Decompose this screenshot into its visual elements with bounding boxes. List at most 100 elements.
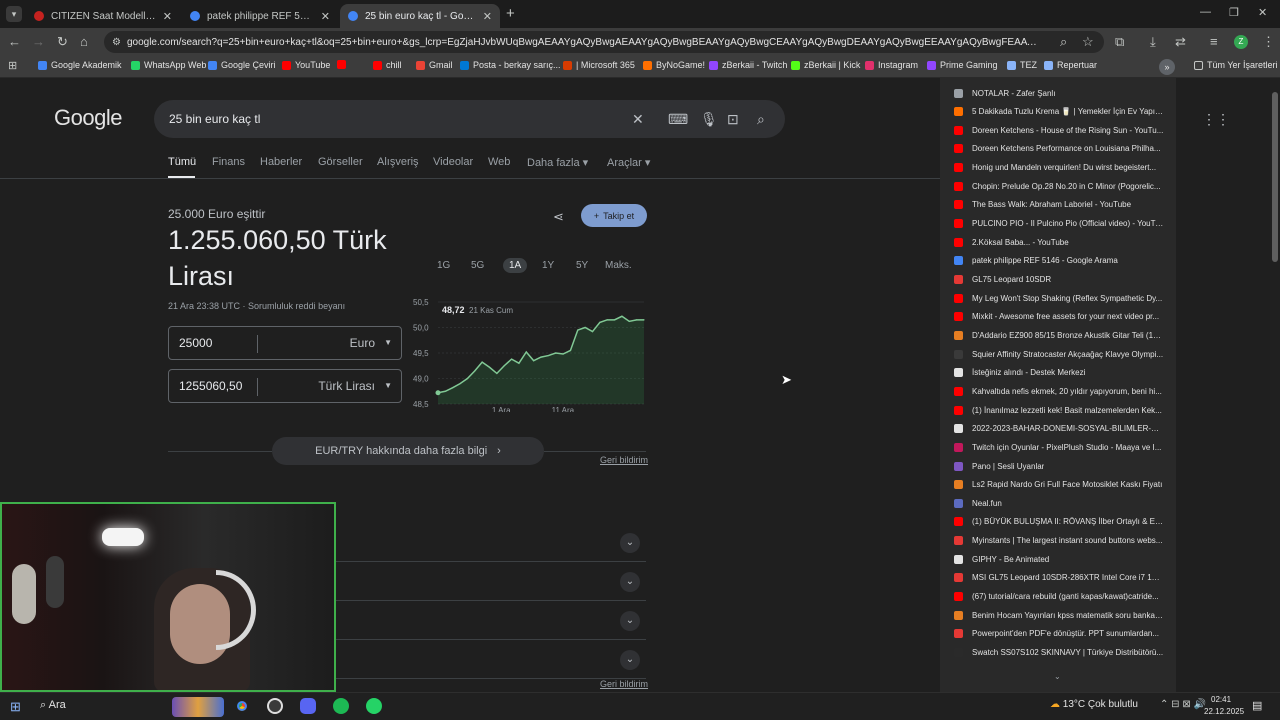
range-tab[interactable]: 5Y [576,260,588,271]
clock-time[interactable]: 02:41 [1211,695,1231,704]
to-currency-select[interactable]: Türk Lirası [318,379,375,393]
more-info-button[interactable]: EUR/TRY hakkında daha fazla bilgi › [272,437,544,465]
bookmark-menu-item[interactable]: Benim Hocam Yayınları kpss matematik sor… [954,606,1164,624]
home-icon[interactable]: ⌂ [80,34,88,50]
close-icon[interactable]: ✕ [483,10,492,23]
apps-icon[interactable]: ⊞ [8,59,17,72]
search-tab[interactable]: Videolar [433,156,473,168]
clock-date[interactable]: 22.12.2025 [1204,707,1244,716]
apps-grid-icon[interactable]: ⋮⋮ [1202,111,1230,128]
to-amount-input[interactable]: 1255060,50 [179,379,242,393]
bookmark-menu-item[interactable]: 2022-2023-BAHAR-DONEMI-SOSYAL-BILIMLER-E… [954,420,1164,438]
bookmark-menu-item[interactable]: Honig und Mandeln verquirlen! Du wirst b… [954,159,1164,177]
bookmark-menu-item[interactable]: Ls2 Rapid Nardo Gri Full Face Motosiklet… [954,476,1164,494]
bookmark-item[interactable]: chill [373,60,402,70]
bookmark-item[interactable]: Gmail [416,60,453,70]
bookmark-menu-item[interactable]: Powerpoint'den PDF'e dönüştür. PPT sunum… [954,625,1164,643]
bookmark-item[interactable]: | Microsoft 365 [563,60,635,70]
close-icon[interactable]: ✕ [321,10,330,23]
feedback-link[interactable]: Geri bildirim [600,679,648,689]
more-bookmarks-icon[interactable]: » [1159,59,1175,75]
range-tab[interactable]: 1Y [542,260,554,271]
search-tab[interactable]: Finans [212,156,245,168]
bookmark-item[interactable]: ByNoGame! [643,60,705,70]
back-icon[interactable]: ← [8,34,21,50]
clear-icon[interactable]: ✕ [632,111,644,128]
close-icon[interactable]: ✕ [163,10,172,23]
browser-tab[interactable]: CITIZEN Saat Modelleri ve Fiyatları ✕ [26,4,180,28]
follow-button[interactable]: + Takip et [581,204,647,227]
all-bookmarks-link[interactable]: Tüm Yer İşaretleri [1194,60,1278,70]
from-amount-input[interactable]: 25000 [179,336,212,350]
tray-icons[interactable]: ⌃ ⊟ ⊠ 🔊 [1160,699,1206,710]
taskbar-search[interactable]: ⌕ Ara [40,699,66,712]
google-logo[interactable]: Google [54,105,122,131]
bookmark-item[interactable]: TEZ [1007,60,1037,70]
related-question[interactable]: ⌄ [336,563,646,601]
weather-widget[interactable]: ☁ 13°C Çok bulutlu [1050,699,1138,710]
search-tab[interactable]: Alışveriş [377,156,419,168]
bookmark-item[interactable]: zBerkaii | Kick [791,60,860,70]
bookmark-menu-item[interactable]: İsteğiniz alındı - Destek Merkezi [954,364,1164,382]
search-query[interactable]: 25 bin euro kaç tl [169,112,260,126]
tab-search-button[interactable]: ▾ [6,6,22,22]
related-question[interactable]: ⌄ [336,524,646,562]
translate-icon[interactable]: ⇄ [1175,34,1186,50]
bookmark-menu-item[interactable]: (1) BÜYÜK BULUŞMA II: RÖVANŞ İlber Ortay… [954,513,1164,531]
bookmark-item[interactable]: WhatsApp Web [131,60,206,70]
bookmark-menu-item[interactable]: The Bass Walk: Abraham Laboriel - YouTub… [954,196,1164,214]
browser-tab-active[interactable]: 25 bin euro kaç tl - Google'da Ara ✕ [340,4,500,28]
bookmark-menu-item[interactable]: Neal.fun [954,494,1164,512]
spotify-icon[interactable] [333,698,349,714]
search-box[interactable]: 25 bin euro kaç tl ✕ ⌨ 🎙 ⊡ ⌕ [154,100,785,138]
bookmark-menu-item[interactable]: Myinstants | The largest instant sound b… [954,532,1164,550]
share-icon[interactable]: ⋖ [553,209,564,225]
bookmark-item[interactable]: YouTube [282,60,330,70]
bookmark-menu-item[interactable]: Pano | Sesli Uyanlar [954,457,1164,475]
reload-icon[interactable]: ↻ [57,34,68,50]
exchange-rate-chart[interactable]: 50,5 50,0 49,5 49,0 48,5 1 Ara 11 Ara 48,72 21 K… [412,290,650,412]
bookmark-menu-item[interactable]: Squier Affinity Stratocaster Akçaağaç Kl… [954,345,1164,363]
bookmark-menu-item[interactable]: (1) İnanılmaz lezzetli kek! Basit malzem… [954,401,1164,419]
search-tab[interactable]: Görseller [318,156,363,168]
download-icon[interactable]: ⤓ [1150,34,1156,50]
whatsapp-icon[interactable] [366,698,382,714]
bookmark-menu-item[interactable]: Chopin: Prelude Op.28 No.20 in C Minor (… [954,177,1164,195]
range-tab[interactable]: 1G [437,260,450,271]
tab-menu-icon[interactable]: ≡ [1210,34,1218,50]
range-tab[interactable]: 5G [471,260,484,271]
bookmark-menu-item[interactable]: GL75 Leopard 10SDR [954,271,1164,289]
taskbar-widget-image[interactable] [172,697,224,717]
bookmark-menu-item[interactable]: 2.Köksal Baba... - YouTube [954,233,1164,251]
bookmark-menu-item[interactable]: Doreen Ketchens - House of the Rising Su… [954,121,1164,139]
feedback-link[interactable]: Geri bildirim [600,455,648,465]
notification-icon[interactable]: ▤ [1252,699,1262,712]
close-window-icon[interactable]: ✕ [1258,6,1267,19]
scrollbar[interactable] [1270,78,1280,692]
discord-icon[interactable] [300,698,316,714]
bookmark-menu-item[interactable]: My Leg Won't Stop Shaking (Reflex Sympat… [954,289,1164,307]
minimize-icon[interactable]: — [1200,6,1211,18]
microphone-icon[interactable]: 🎙 [700,111,718,128]
address-bar[interactable]: ⚙ google.com/search?q=25+bin+euro+kaç+tl… [104,31,1104,53]
search-tab[interactable]: Web [488,156,510,168]
chrome-icon[interactable] [234,698,250,714]
bookmark-item[interactable]: Prime Gaming [927,60,998,70]
bookmark-item[interactable]: Posta - berkay sarıç... [460,60,561,70]
bookmark-menu-item[interactable]: Swatch SS07S102 SKINNAVY | Türkiye Distr… [954,644,1164,662]
bookmark-menu-item[interactable]: Twitch için Oyunlar - PixelPlush Studio … [954,438,1164,456]
bookmark-menu-item[interactable]: GIPHY - Be Animated [954,550,1164,568]
to-currency-field[interactable]: 1255060,50 Türk Lirası ▼ [168,369,402,403]
forward-icon[interactable]: → [32,34,45,50]
from-currency-select[interactable]: Euro [350,336,375,350]
windows-start-icon[interactable]: ⊞ [10,699,21,715]
bookmark-menu-item[interactable]: Doreen Ketchens Performance on Louisiana… [954,140,1164,158]
bookmark-menu-item[interactable]: D'Addario EZ900 85/15 Bronze Akustik Git… [954,326,1164,344]
bookmark-item[interactable]: Google Çeviri [208,60,276,70]
lens-icon[interactable]: ⊡ [727,111,739,128]
search-tab[interactable]: Tümü [168,156,196,168]
range-tab[interactable]: 1A [503,258,528,273]
obs-icon[interactable] [267,698,283,714]
bookmark-item[interactable] [337,60,350,69]
restore-icon[interactable]: ❐ [1229,6,1239,19]
